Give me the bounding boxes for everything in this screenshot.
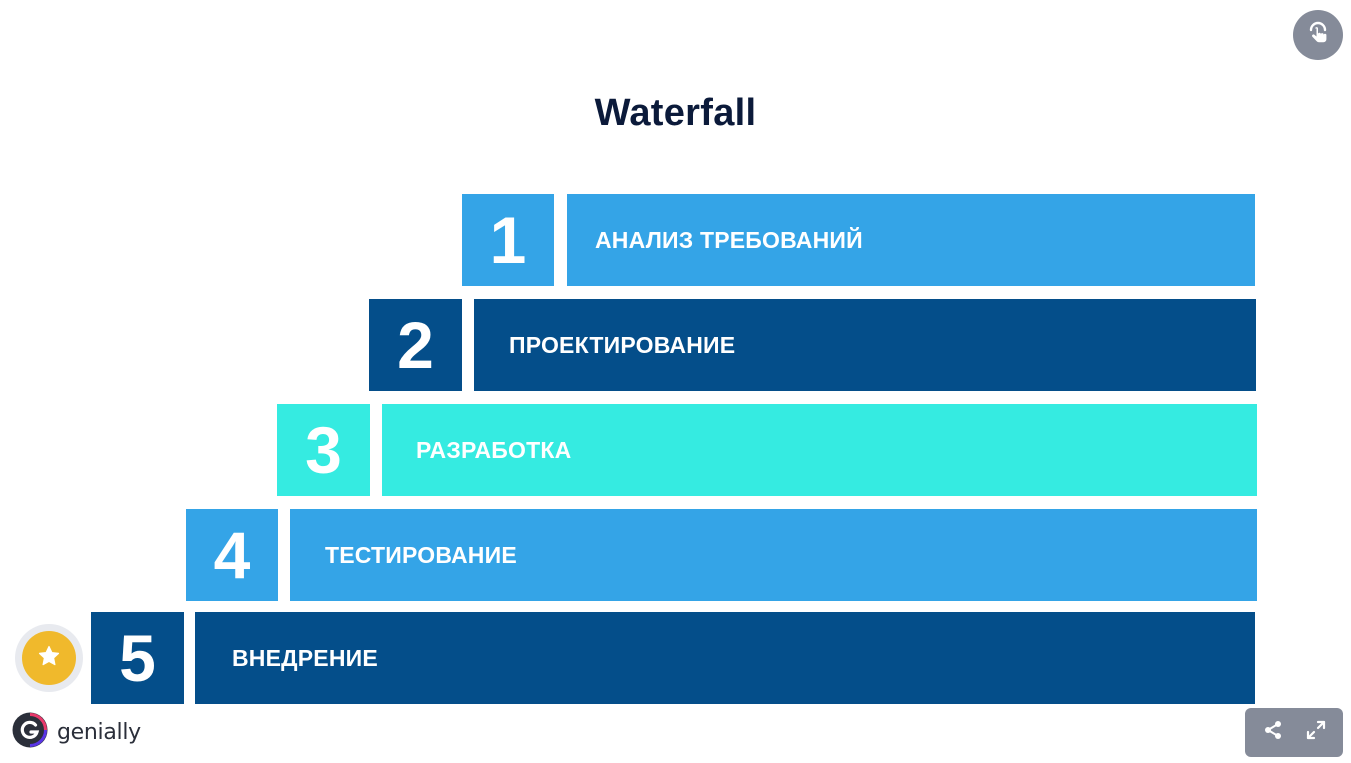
interaction-toggle-button[interactable] [1293, 10, 1343, 60]
step-2-label: ПРОЕКТИРОВАНИЕ [509, 331, 736, 358]
step-3-bar: РАЗРАБОТКА [382, 404, 1257, 496]
step-4-label: ТЕСТИРОВАНИЕ [325, 541, 517, 568]
step-4-number: 4 [186, 509, 278, 601]
star-badge [22, 631, 76, 685]
step-2-bar: ПРОЕКТИРОВАНИЕ [474, 299, 1256, 391]
step-3-number: 3 [277, 404, 370, 496]
step-5-number: 5 [91, 612, 184, 704]
fullscreen-button[interactable] [1299, 716, 1333, 750]
step-1-bar: АНАЛИЗ ТРЕБОВАНИЙ [567, 194, 1255, 286]
share-button[interactable] [1256, 716, 1290, 750]
step-4-bar: ТЕСТИРОВАНИЕ [290, 509, 1257, 601]
step-3-label: РАЗРАБОТКА [416, 436, 572, 463]
genially-logo[interactable]: genially [11, 711, 141, 754]
genially-logo-icon [11, 711, 49, 754]
step-1-number: 1 [462, 194, 554, 286]
step-5-bar: ВНЕДРЕНИЕ [195, 612, 1255, 704]
expand-icon [1305, 719, 1327, 746]
star-icon [37, 644, 61, 673]
slide-title: Waterfall [594, 92, 757, 134]
share-icon [1262, 719, 1284, 746]
genially-wordmark: genially [57, 719, 141, 745]
step-5-label: ВНЕДРЕНИЕ [232, 644, 378, 671]
step-2-number: 2 [369, 299, 462, 391]
bottom-toolbar [1245, 708, 1343, 757]
step-1-label: АНАЛИЗ ТРЕБОВАНИЙ [595, 226, 863, 253]
slide: Waterfall 1 АНАЛИЗ ТРЕБОВАНИЙ 2 ПРОЕКТИР… [0, 0, 1351, 763]
hand-pointer-icon [1305, 20, 1331, 51]
star-badge-button[interactable] [15, 624, 83, 692]
